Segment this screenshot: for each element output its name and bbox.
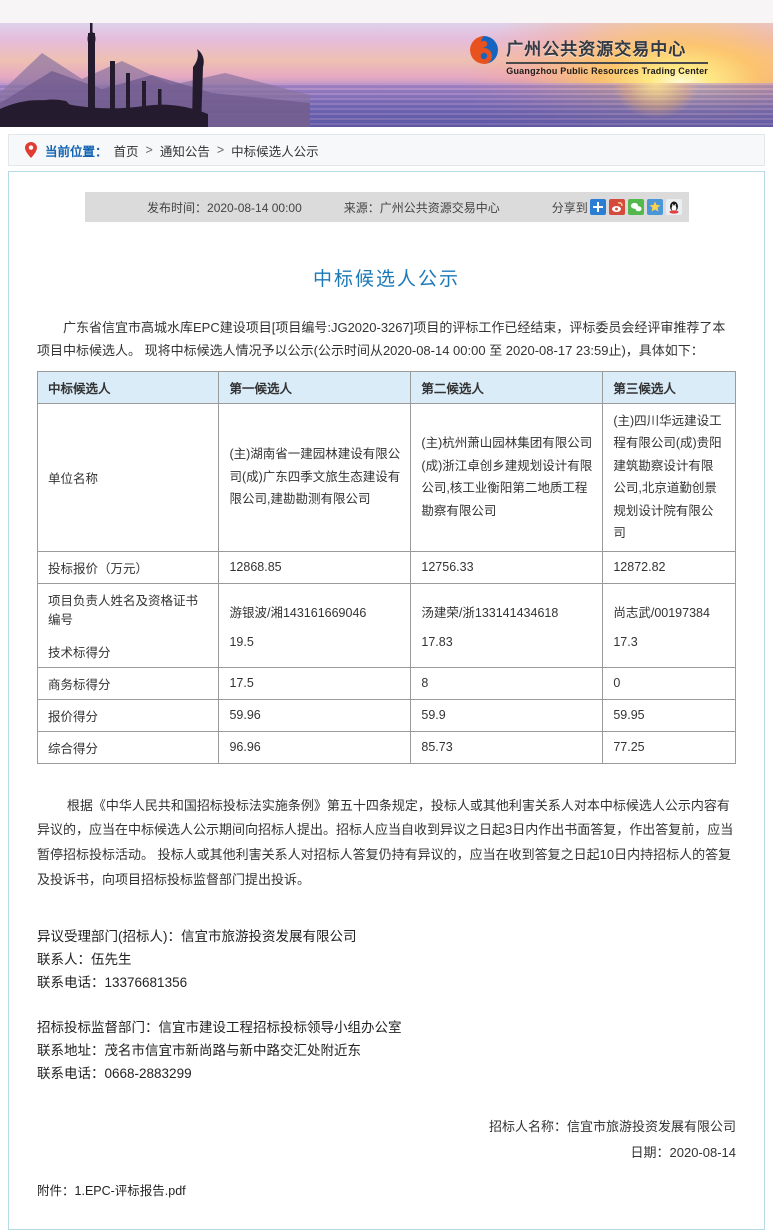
share-label: 分享到 [552, 199, 588, 216]
table-cell: (主)湖南省一建园林建设有限公司(成)广东四季文旅生态建设有限公司,建勘勘测有限… [219, 403, 411, 551]
row-label: 投标报价（万元） [38, 551, 219, 583]
logo-subtitle: Guangzhou Public Resources Trading Cente… [506, 66, 708, 76]
content-panel: 发布时间：2020-08-14 00:00 来源：广州公共资源交易中心 分享到 [8, 171, 765, 1230]
breadcrumb-current: 中标候选人公示 [231, 141, 319, 160]
banner-sun-reflection [601, 83, 711, 127]
intro-paragraph: 广东省信宜市高城水库EPC建设项目[项目编号:JG2020-3267]项目的评标… [37, 317, 736, 363]
table-cell: 尚志武/00197384 17.3 [603, 583, 736, 667]
breadcrumb-separator: > [146, 143, 153, 157]
cell-line1: 尚志武/00197384 [613, 602, 725, 621]
date-value: 2020-08-14 [670, 1145, 737, 1160]
table-header-cell: 第一候选人 [219, 371, 411, 403]
publish-time-value: 2020-08-14 00:00 [207, 201, 302, 215]
weibo-icon[interactable] [609, 199, 625, 215]
row-label: 项目负责人姓名及资格证书编号 技术标得分 [38, 583, 219, 667]
table-header-cell: 第二候选人 [411, 371, 603, 403]
share-bar: 分享到 [552, 199, 682, 216]
table-cell: 游银波/湘143161669046 19.5 [219, 583, 411, 667]
candidates-table: 中标候选人 第一候选人 第二候选人 第三候选人 单位名称 (主)湖南省一建园林建… [37, 371, 736, 764]
attachment-label: 附件： [37, 1184, 75, 1198]
bidder-name-line: 招标人名称：信宜市旅游投资发展有限公司 [37, 1114, 736, 1140]
table-cell: 59.95 [603, 699, 736, 731]
row-label-line1: 项目负责人姓名及资格证书编号 [48, 590, 208, 628]
table-cell: 85.73 [411, 731, 603, 763]
objection-department: 异议受理部门(招标人)：信宜市旅游投资发展有限公司 [37, 926, 736, 949]
row-label-line2: 技术标得分 [48, 642, 208, 661]
table-cell: 12756.33 [411, 551, 603, 583]
qq-icon[interactable] [666, 199, 682, 215]
attachment-line: 附件：1.EPC-评标报告.pdf [37, 1180, 736, 1199]
location-pin-icon [25, 142, 37, 158]
cell-line1: 游银波/湘143161669046 [229, 602, 400, 621]
table-cell: 59.9 [411, 699, 603, 731]
header-banner: 广州公共资源交易中心 Guangzhou Public Resources Tr… [0, 23, 773, 127]
bshare-more-icon[interactable] [590, 199, 606, 215]
table-cell: 17.5 [219, 667, 411, 699]
table-header-cell: 第三候选人 [603, 371, 736, 403]
logo-text: 广州公共资源交易中心 Guangzhou Public Resources Tr… [506, 35, 708, 76]
table-row: 项目负责人姓名及资格证书编号 技术标得分 游银波/湘143161669046 1… [38, 583, 736, 667]
row-label: 综合得分 [38, 731, 219, 763]
bidder-name-label: 招标人名称： [489, 1119, 567, 1134]
supervision-department: 招标投标监督部门：信宜市建设工程招标投标领导小组办公室 [37, 1017, 736, 1040]
gprtc-logo-icon [469, 35, 499, 65]
row-label: 报价得分 [38, 699, 219, 731]
contact-block-supervision: 招标投标监督部门：信宜市建设工程招标投标领导小组办公室 联系地址：茂名市信宜市新… [37, 1017, 736, 1086]
row-label: 商务标得分 [38, 667, 219, 699]
breadcrumb-notices[interactable]: 通知公告 [160, 141, 210, 160]
breadcrumb-home[interactable]: 首页 [114, 141, 139, 160]
signature-block: 招标人名称：信宜市旅游投资发展有限公司 日期：2020-08-14 [37, 1114, 736, 1166]
row-label: 单位名称 [38, 403, 219, 551]
contact-person: 联系人：伍先生 [37, 949, 736, 972]
table-cell: 0 [603, 667, 736, 699]
logo-divider [506, 62, 708, 64]
table-cell: 12868.85 [219, 551, 411, 583]
table-row: 单位名称 (主)湖南省一建园林建设有限公司(成)广东四季文旅生态建设有限公司,建… [38, 403, 736, 551]
contact-address: 联系地址：茂名市信宜市新尚路与新中路交汇处附近东 [37, 1040, 736, 1063]
wechat-icon[interactable] [628, 199, 644, 215]
table-cell: 汤建荣/浙133141434618 17.83 [411, 583, 603, 667]
table-header-row: 中标候选人 第一候选人 第二候选人 第三候选人 [38, 371, 736, 403]
breadcrumb-separator: > [217, 143, 224, 157]
top-strip [0, 0, 773, 23]
page-title: 中标候选人公示 [37, 264, 736, 291]
table-row: 投标报价（万元） 12868.85 12756.33 12872.82 [38, 551, 736, 583]
table-cell: (主)杭州萧山园林集团有限公司(成)浙江卓创乡建规划设计有限公司,核工业衡阳第二… [411, 403, 603, 551]
table-cell: 12872.82 [603, 551, 736, 583]
cell-line2: 17.3 [613, 635, 725, 649]
table-header-cell: 中标候选人 [38, 371, 219, 403]
breadcrumb-label: 当前位置： [45, 141, 108, 160]
site-logo[interactable]: 广州公共资源交易中心 Guangzhou Public Resources Tr… [469, 35, 708, 76]
table-cell: (主)四川华远建设工程有限公司(成)贵阳建筑勘察设计有限公司,北京道勤创景规划设… [603, 403, 736, 551]
meta-bar: 发布时间：2020-08-14 00:00 来源：广州公共资源交易中心 分享到 [85, 192, 689, 222]
source-value: 广州公共资源交易中心 [380, 201, 500, 215]
publish-time: 发布时间：2020-08-14 00:00 [147, 199, 302, 216]
table-cell: 59.96 [219, 699, 411, 731]
source: 来源：广州公共资源交易中心 [344, 199, 500, 216]
date-label: 日期： [630, 1145, 669, 1160]
table-cell: 8 [411, 667, 603, 699]
banner-skyline-silhouette [0, 23, 310, 127]
bidder-name-value: 信宜市旅游投资发展有限公司 [567, 1119, 736, 1134]
logo-title: 广州公共资源交易中心 [506, 35, 708, 60]
date-line: 日期：2020-08-14 [37, 1140, 736, 1166]
source-label: 来源： [344, 201, 380, 215]
breadcrumb: 当前位置： 首页 > 通知公告 > 中标候选人公示 [8, 134, 765, 166]
table-row: 报价得分 59.96 59.9 59.95 [38, 699, 736, 731]
cell-line1: 汤建荣/浙133141434618 [421, 602, 592, 621]
table-cell: 77.25 [603, 731, 736, 763]
share-icons [590, 199, 682, 215]
contact-phone: 联系电话：13376681356 [37, 972, 736, 995]
table-cell: 96.96 [219, 731, 411, 763]
table-row: 商务标得分 17.5 8 0 [38, 667, 736, 699]
cell-line2: 17.83 [421, 635, 592, 649]
cell-line2: 19.5 [229, 635, 400, 649]
attachment-file-link[interactable]: 1.EPC-评标报告.pdf [75, 1184, 186, 1198]
legal-paragraph: 根据《中华人民共和国招标投标法实施条例》第五十四条规定，投标人或其他利害关系人对… [37, 794, 736, 893]
supervision-phone: 联系电话：0668-2883299 [37, 1063, 736, 1086]
qzone-icon[interactable] [647, 199, 663, 215]
publish-time-label: 发布时间： [147, 201, 207, 215]
table-row: 综合得分 96.96 85.73 77.25 [38, 731, 736, 763]
